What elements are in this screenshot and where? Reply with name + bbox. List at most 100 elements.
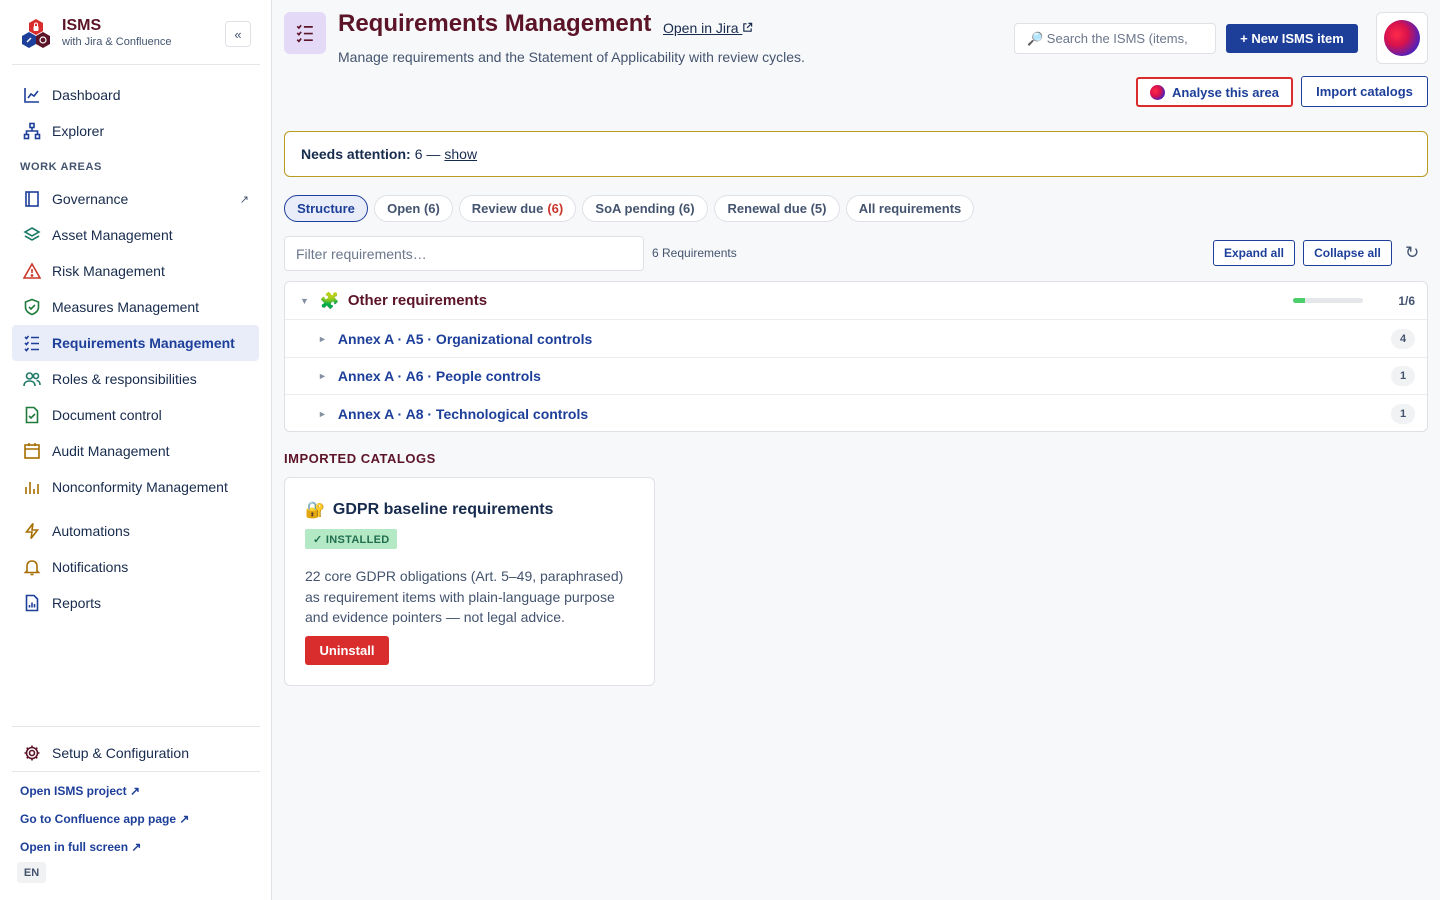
child-title: Annex A · A8 · Technological controls [337, 405, 589, 422]
page-title: Requirements Management [338, 10, 652, 37]
nav-dashboard[interactable]: Dashboard [12, 77, 259, 113]
nav-risk-management[interactable]: Risk Management [12, 253, 259, 289]
external-link-icon: ↗ [239, 193, 249, 206]
nav-label: Document control [52, 407, 162, 423]
collapse-sidebar-button[interactable]: « [225, 21, 251, 47]
document-check-icon [12, 406, 52, 424]
nav-reports[interactable]: Reports [12, 585, 259, 621]
jira-link-label: Open in Jira [663, 20, 739, 36]
nav-label: Audit Management [52, 443, 170, 459]
count-pill: 1 [1391, 403, 1415, 424]
catalog-description: 22 core GDPR obligations (Art. 5–49, par… [305, 568, 624, 625]
language-switcher[interactable]: EN [17, 862, 46, 883]
child-title: Annex A · A6 · People controls [337, 368, 541, 384]
nav-explorer[interactable]: Explorer [12, 113, 259, 149]
tree-child-row[interactable]: ► Annex A · A8 · Technological controls … [285, 395, 1427, 432]
installed-badge: ✓ INSTALLED [305, 529, 398, 549]
tree-child-row[interactable]: ► Annex A · A6 · People controls 1 [285, 358, 1427, 395]
nav-measures-management[interactable]: Measures Management [12, 289, 259, 325]
count-pill: 4 [1391, 328, 1415, 349]
nav-label: Setup & Configuration [52, 745, 189, 761]
nav-label: Roles & responsibilities [52, 371, 197, 387]
brand-subtitle: with Jira & Confluence [62, 36, 172, 48]
nav-audit-management[interactable]: Audit Management [12, 433, 259, 469]
catalog-title: 🔐 GDPR baseline requirements [305, 500, 553, 520]
nav-nonconformity-management[interactable]: Nonconformity Management [12, 469, 259, 505]
divider [12, 771, 260, 772]
lightning-icon [12, 522, 52, 540]
bar-chart-icon [12, 478, 52, 496]
open-in-jira-link[interactable]: Open in Jira [663, 20, 753, 36]
refresh-icon[interactable]: ↻ [1405, 243, 1419, 263]
nav-label: Risk Management [52, 263, 165, 279]
warning-triangle-icon [12, 262, 52, 280]
report-icon [12, 594, 52, 612]
brand-name: ISMS [62, 17, 102, 34]
tree-child-row[interactable]: ► Annex A · A5 · Organizational controls… [285, 320, 1427, 358]
nav-label: Explorer [52, 123, 105, 139]
nav-notifications[interactable]: Notifications [12, 549, 259, 585]
sidebar: ISMS with Jira & Confluence « Dashboard … [0, 0, 272, 900]
isms-search-input[interactable]: 🔎 Search the ISMS (items, [1014, 23, 1216, 54]
filter-requirements-input[interactable]: Filter requirements… [284, 236, 644, 271]
child-title: Annex A · A5 · Organizational controls [337, 330, 593, 347]
catalog-title-text: GDPR baseline requirements [332, 501, 554, 518]
caret-right-icon[interactable]: ► [318, 371, 327, 381]
nav-automations[interactable]: Automations [12, 513, 259, 549]
book-icon [12, 190, 52, 208]
requirements-count: 6 Requirements [652, 246, 737, 260]
attention-value: 6 — [414, 146, 441, 162]
group-title: Other requirements [347, 292, 488, 309]
brand[interactable]: ISMS with Jira & Confluence [20, 16, 171, 49]
nav-label: Nonconformity Management [52, 479, 228, 495]
tab-open[interactable]: Open (6) [374, 195, 453, 222]
puzzle-icon: 🧩 [319, 292, 340, 310]
confluence-app-page-link[interactable]: Go to Confluence app page ↗ [20, 812, 189, 826]
import-catalogs-button[interactable]: Import catalogs [1301, 76, 1428, 107]
progress-fill [1293, 298, 1305, 303]
full-screen-link[interactable]: Open in full screen ↗ [20, 840, 141, 854]
nav-requirements-management[interactable]: Requirements Management [12, 325, 259, 361]
chart-line-icon [12, 86, 52, 104]
tab-renewal-due[interactable]: Renewal due (5) [714, 195, 840, 222]
analyse-label: Analyse this area [1172, 84, 1279, 100]
tab-review-due[interactable]: Review due (6) [459, 195, 576, 222]
nav-label: Asset Management [52, 227, 173, 243]
user-avatar-button[interactable] [1376, 12, 1428, 64]
tab-soa-pending[interactable]: SoA pending (6) [582, 195, 708, 222]
nav-label: Governance [52, 191, 129, 207]
analyse-area-button[interactable]: Analyse this area [1136, 77, 1293, 107]
divider [12, 64, 260, 65]
avatar [1384, 20, 1420, 56]
nav-label: Requirements Management [52, 335, 235, 351]
caret-down-icon[interactable]: ▼ [300, 296, 309, 306]
nav-asset-management[interactable]: Asset Management [12, 217, 259, 253]
caret-right-icon[interactable]: ► [318, 409, 327, 419]
nav-roles-responsibilities[interactable]: Roles & responsibilities [12, 361, 259, 397]
nav-setup-configuration[interactable]: Setup & Configuration [12, 735, 259, 771]
tree-group-row[interactable]: ▼ 🧩 Other requirements 1/6 [285, 282, 1427, 320]
new-isms-item-button[interactable]: + New ISMS item [1226, 24, 1358, 53]
needs-attention-banner: Needs attention: 6 — show [284, 131, 1428, 177]
users-icon [12, 370, 52, 388]
gear-icon [12, 744, 52, 762]
requirements-tree: ▼ 🧩 Other requirements 1/6 ► Annex A · A… [284, 281, 1428, 432]
nav-governance[interactable]: Governance ↗ [12, 181, 259, 217]
caret-right-icon[interactable]: ► [318, 334, 327, 344]
nav-label: Reports [52, 595, 102, 611]
nav-document-control[interactable]: Document control [12, 397, 259, 433]
requirements-page-icon [284, 12, 326, 54]
tab-structure[interactable]: Structure [284, 195, 368, 222]
catalog-card: 🔐 GDPR baseline requirements ✓ INSTALLED… [284, 477, 655, 686]
bell-icon [12, 558, 52, 576]
tab-all-requirements[interactable]: All requirements [846, 195, 974, 222]
open-isms-project-link[interactable]: Open ISMS project ↗ [20, 784, 140, 798]
collapse-all-button[interactable]: Collapse all [1303, 240, 1392, 266]
section-label-work-areas: WORK AREAS [20, 161, 102, 173]
attention-show-link[interactable]: show [444, 146, 477, 162]
uninstall-button[interactable]: Uninstall [305, 636, 389, 665]
expand-all-button[interactable]: Expand all [1213, 240, 1295, 266]
page-description: Manage requirements and the Statement of… [338, 49, 805, 65]
hierarchy-icon [12, 122, 52, 140]
attention-label: Needs attention: [301, 146, 411, 162]
